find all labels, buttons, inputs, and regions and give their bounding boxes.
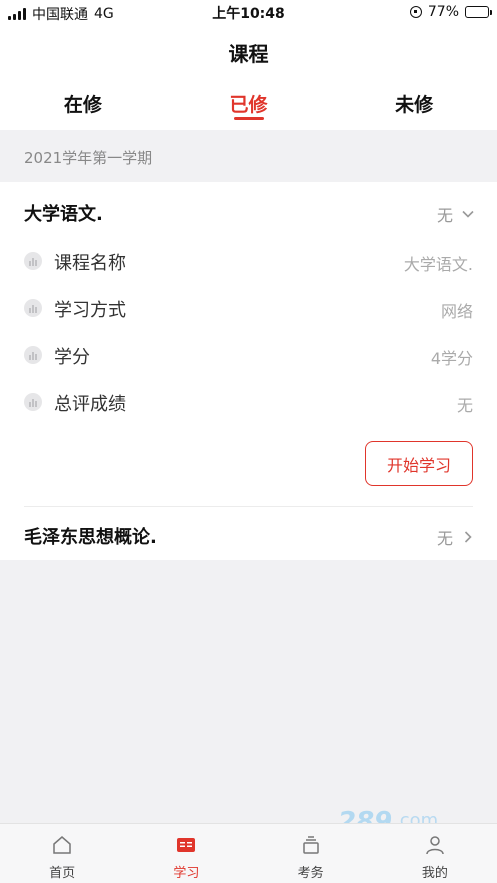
course-status-text: 无	[436, 206, 453, 225]
tab-label: 在修	[63, 94, 102, 116]
tab-label: 我的	[421, 866, 448, 881]
course-title: 毛泽东思想概论.	[24, 527, 157, 548]
course-detail-row: 学分 4学分	[0, 333, 497, 373]
status-bar: 中国联通 4G 上午10:48 77%	[0, 0, 497, 24]
tab-label: 首页	[49, 866, 76, 881]
active-tab-indicator	[233, 117, 264, 120]
chevron-down-icon	[462, 210, 474, 218]
tab-study[interactable]: 学习	[124, 824, 248, 883]
status-right: 77%	[409, 4, 492, 20]
tab-completed[interactable]: 已修	[166, 88, 332, 124]
detail-label: 总评成绩	[54, 394, 126, 415]
stat-icon	[24, 299, 42, 317]
tab-in-progress[interactable]: 在修	[0, 88, 166, 124]
stat-icon	[24, 346, 42, 364]
course-detail-row: 课程名称 大学语文.	[0, 239, 497, 279]
tab-label: 已修	[229, 94, 268, 116]
detail-label: 学分	[54, 347, 90, 368]
course-item-header[interactable]: 大学语文. 无	[0, 182, 497, 238]
battery-icon	[465, 6, 492, 18]
detail-label: 课程名称	[54, 253, 126, 274]
detail-label: 学习方式	[54, 300, 126, 321]
battery-percent: 77%	[427, 4, 459, 20]
tab-label: 学习	[173, 866, 200, 881]
tab-mine[interactable]: 我的	[373, 824, 497, 883]
nav-header: 课程 在修 已修 未修	[0, 24, 497, 130]
home-icon	[53, 836, 71, 854]
detail-value: 无	[456, 396, 473, 415]
chevron-right-icon	[464, 531, 472, 543]
tab-exam[interactable]: 考务	[249, 824, 373, 883]
detail-value: 4学分	[430, 349, 473, 368]
tab-home[interactable]: 首页	[0, 824, 124, 883]
semester-section-header: 2021学年第一学期	[0, 130, 497, 182]
rotation-lock-icon	[409, 6, 422, 18]
course-item-header[interactable]: 毛泽东思想概论. 无	[0, 507, 497, 560]
course-detail-row: 学习方式 网络	[0, 286, 497, 326]
course-tabs: 在修 已修 未修	[0, 88, 497, 124]
exam-icon	[302, 836, 319, 854]
tab-label: 考务	[297, 866, 324, 881]
page-title: 课程	[228, 42, 269, 66]
bottom-tab-bar: 首页 学习 考务 我的	[0, 823, 497, 883]
user-icon	[426, 836, 444, 855]
semester-label: 2021学年第一学期	[24, 149, 153, 167]
course-title: 大学语文.	[24, 204, 103, 225]
detail-value: 网络	[440, 302, 473, 321]
book-icon	[177, 838, 196, 852]
stat-icon	[24, 252, 42, 270]
start-learning-button[interactable]: 开始学习	[365, 441, 473, 486]
course-detail-row: 总评成绩 无	[0, 380, 497, 420]
tab-not-started[interactable]: 未修	[331, 88, 497, 124]
course-list: 大学语文. 无 课程名称 大学语文. 学习方式 网络 学分 4学分 总评成绩 无…	[0, 182, 497, 560]
tab-label: 未修	[395, 94, 434, 116]
stat-icon	[24, 393, 42, 411]
course-status-text: 无	[436, 529, 453, 548]
course-status: 无	[437, 202, 475, 226]
detail-value: 大学语文.	[403, 255, 473, 274]
course-status: 无	[437, 525, 475, 549]
